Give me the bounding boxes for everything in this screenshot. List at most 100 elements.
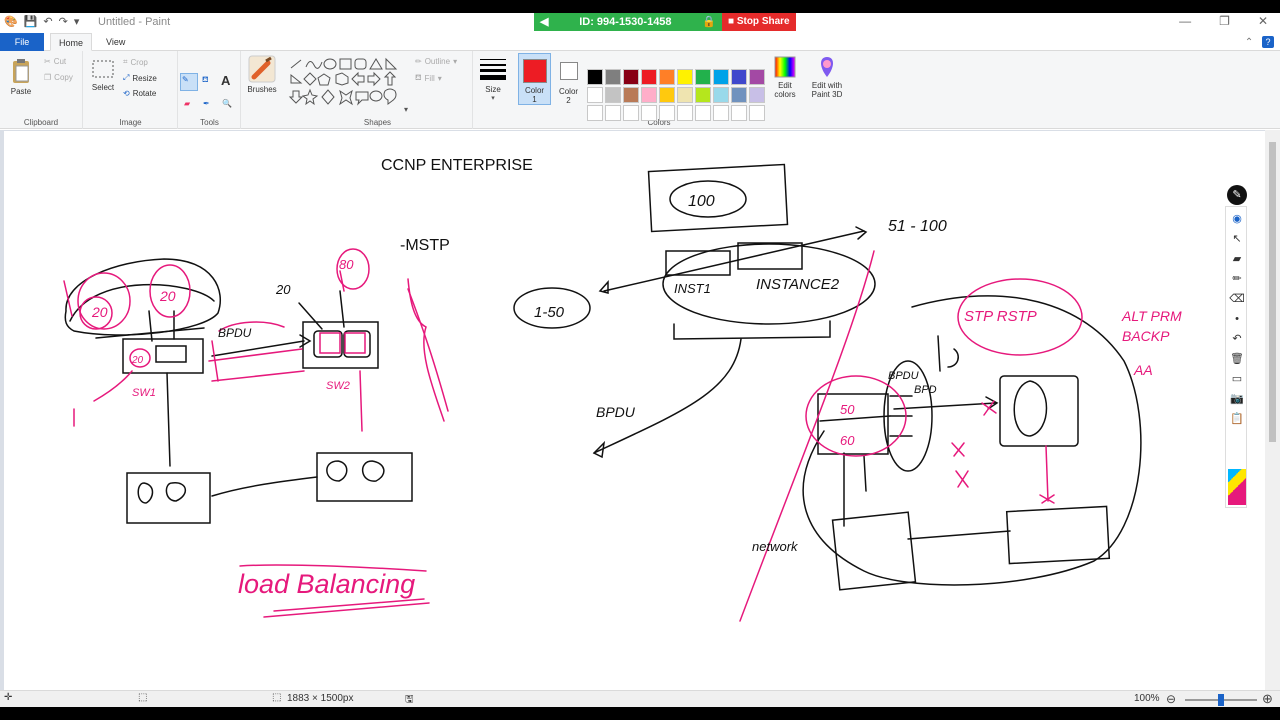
palette-swatch[interactable] [677,105,693,121]
stop-share-button[interactable]: ■ Stop Share [722,13,796,31]
tab-file[interactable]: File [0,33,44,51]
palette-swatch[interactable] [587,87,603,103]
magnifier-icon[interactable]: 🔍 [222,99,232,108]
crop-button[interactable]: ⌗ Crop [123,57,148,67]
clipboard-group-label: Clipboard [23,118,59,127]
palette-swatch[interactable] [623,87,639,103]
select-button[interactable]: Select [90,57,116,92]
palette-swatch[interactable] [641,87,657,103]
palette-swatch[interactable] [749,69,765,85]
customize-qa-icon[interactable]: ▾ [74,15,80,28]
palette-swatch[interactable] [605,69,621,85]
palette-swatch[interactable] [713,87,729,103]
collapse-ribbon-icon[interactable]: ⌃ [1245,37,1253,48]
palette-swatch[interactable] [605,87,621,103]
redo-icon[interactable]: ↷ [59,15,68,28]
canvas-dimensions: 1883 × 1500px [287,693,354,704]
pen-icon[interactable]: ✏ [1229,271,1245,287]
clipboard-icon[interactable]: 📋 [1229,411,1245,427]
edit-colors-button[interactable]: Edit colors [768,55,802,99]
palette-swatch[interactable] [731,87,747,103]
palette-swatch[interactable] [641,105,657,121]
zoom-out-button[interactable]: ⊖ [1166,692,1176,706]
tab-view[interactable]: View [98,33,133,51]
palette-swatch[interactable] [695,87,711,103]
palette-swatch[interactable] [677,87,693,103]
shapes-gallery[interactable] [288,57,413,107]
color1-button[interactable]: Color 1 [518,53,551,105]
scissors-icon: ✂ [44,57,51,66]
brushes-button[interactable]: Brushes [245,55,279,94]
copy-button[interactable]: ❐ Copy [44,73,73,82]
eraser-tool-icon[interactable]: ⌫ [1229,291,1245,307]
screen-icon[interactable]: ▭ [1229,371,1245,387]
cursor-icon[interactable]: ↖ [1229,231,1245,247]
palette-swatch[interactable] [731,69,747,85]
palette-swatch[interactable] [749,87,765,103]
maximize-button[interactable]: ❐ [1219,14,1230,28]
palette-swatch[interactable] [659,105,675,121]
rotate-button[interactable]: ⟲ Rotate [123,89,156,98]
palette-swatch[interactable] [731,105,747,121]
palette-swatch[interactable] [713,69,729,85]
palette-swatch[interactable] [749,105,765,121]
palette-swatch[interactable] [713,105,729,121]
vertical-scrollbar[interactable] [1265,130,1280,690]
copy-label: Copy [54,73,73,82]
color2-button[interactable]: Color 2 [552,53,585,105]
expand-arrow-icon[interactable]: ◀ [540,13,548,31]
palette-swatch[interactable] [695,105,711,121]
size-label: Size [485,85,501,94]
network-note: network [752,539,799,554]
annotation-toggle-icon[interactable]: ✎ [1227,185,1247,205]
pencil-icon[interactable]: ✎ [182,75,189,84]
resize-button[interactable]: ⤢ Resize [123,73,157,83]
close-button[interactable]: ✕ [1258,14,1268,28]
tools-group: ✎ ⛾ A ▰ ✒ 🔍 Tools [179,51,241,129]
alt-port-note: ALT PRM [1121,308,1182,324]
eye-icon[interactable]: ◉ [1229,211,1245,227]
undo-annotation-icon[interactable]: ↶ [1229,331,1245,347]
drawing-canvas[interactable]: CCNP ENTERPRISE -MSTP 20 20 20 80 BPDU 2… [4,131,1265,690]
highlighter-icon[interactable]: ▰ [1229,251,1245,267]
save-icon[interactable]: 💾 [24,15,38,28]
trash-icon[interactable]: 🗑 [1229,351,1245,367]
palette-swatch[interactable] [659,87,675,103]
fill-button[interactable]: ⛾ Fill ▾ [415,73,442,83]
color-picker-icon[interactable]: ✒ [203,99,210,108]
shapes-more-icon[interactable]: ▾ [404,105,408,114]
text-tool-icon[interactable]: A [221,73,230,88]
zoom-slider-thumb[interactable] [1218,694,1224,706]
paste-button[interactable]: Paste [6,57,36,96]
zoom-in-button[interactable]: ⊕ [1262,691,1273,707]
bpdu-inner: BPDU [888,370,919,382]
palette-swatch[interactable] [587,69,603,85]
ribbon-tabs: File Home View ⌃ ? [0,33,1280,51]
paint3d-button[interactable]: Edit with Paint 3D [806,55,848,99]
palette-swatch[interactable] [641,69,657,85]
annotation-color-picker[interactable] [1228,469,1246,505]
remote-session-id: ◀ ID: 994-1530-1458 🔒 [534,13,722,31]
scroll-thumb[interactable] [1269,142,1276,442]
palette-swatch[interactable] [659,69,675,85]
palette-swatch[interactable] [695,69,711,85]
fill-bucket-icon[interactable]: ⛾ [202,75,209,85]
dot-icon[interactable]: • [1229,311,1245,327]
size-button[interactable]: Size ▾ [477,57,509,102]
minimize-button[interactable]: — [1179,14,1191,28]
palette-swatch[interactable] [677,69,693,85]
undo-icon[interactable]: ↶ [43,15,52,28]
outline-button[interactable]: ✏ Outline ▾ [415,57,457,66]
palette-swatch[interactable] [587,105,603,121]
camera-icon[interactable]: 📷 [1229,391,1245,407]
palette-swatch[interactable] [605,105,621,121]
help-icon[interactable]: ? [1262,36,1274,48]
eraser-icon[interactable]: ▰ [184,99,190,108]
zoom-slider[interactable] [1185,694,1257,706]
cut-button[interactable]: ✂ Cut [44,57,66,66]
remote-share-bar: ◀ ID: 994-1530-1458 🔒 ■ Stop Share [534,13,796,31]
palette-swatch[interactable] [623,105,639,121]
palette-swatch[interactable] [623,69,639,85]
vlan-60-mark: 60 [840,433,855,448]
tab-home[interactable]: Home [50,33,93,51]
